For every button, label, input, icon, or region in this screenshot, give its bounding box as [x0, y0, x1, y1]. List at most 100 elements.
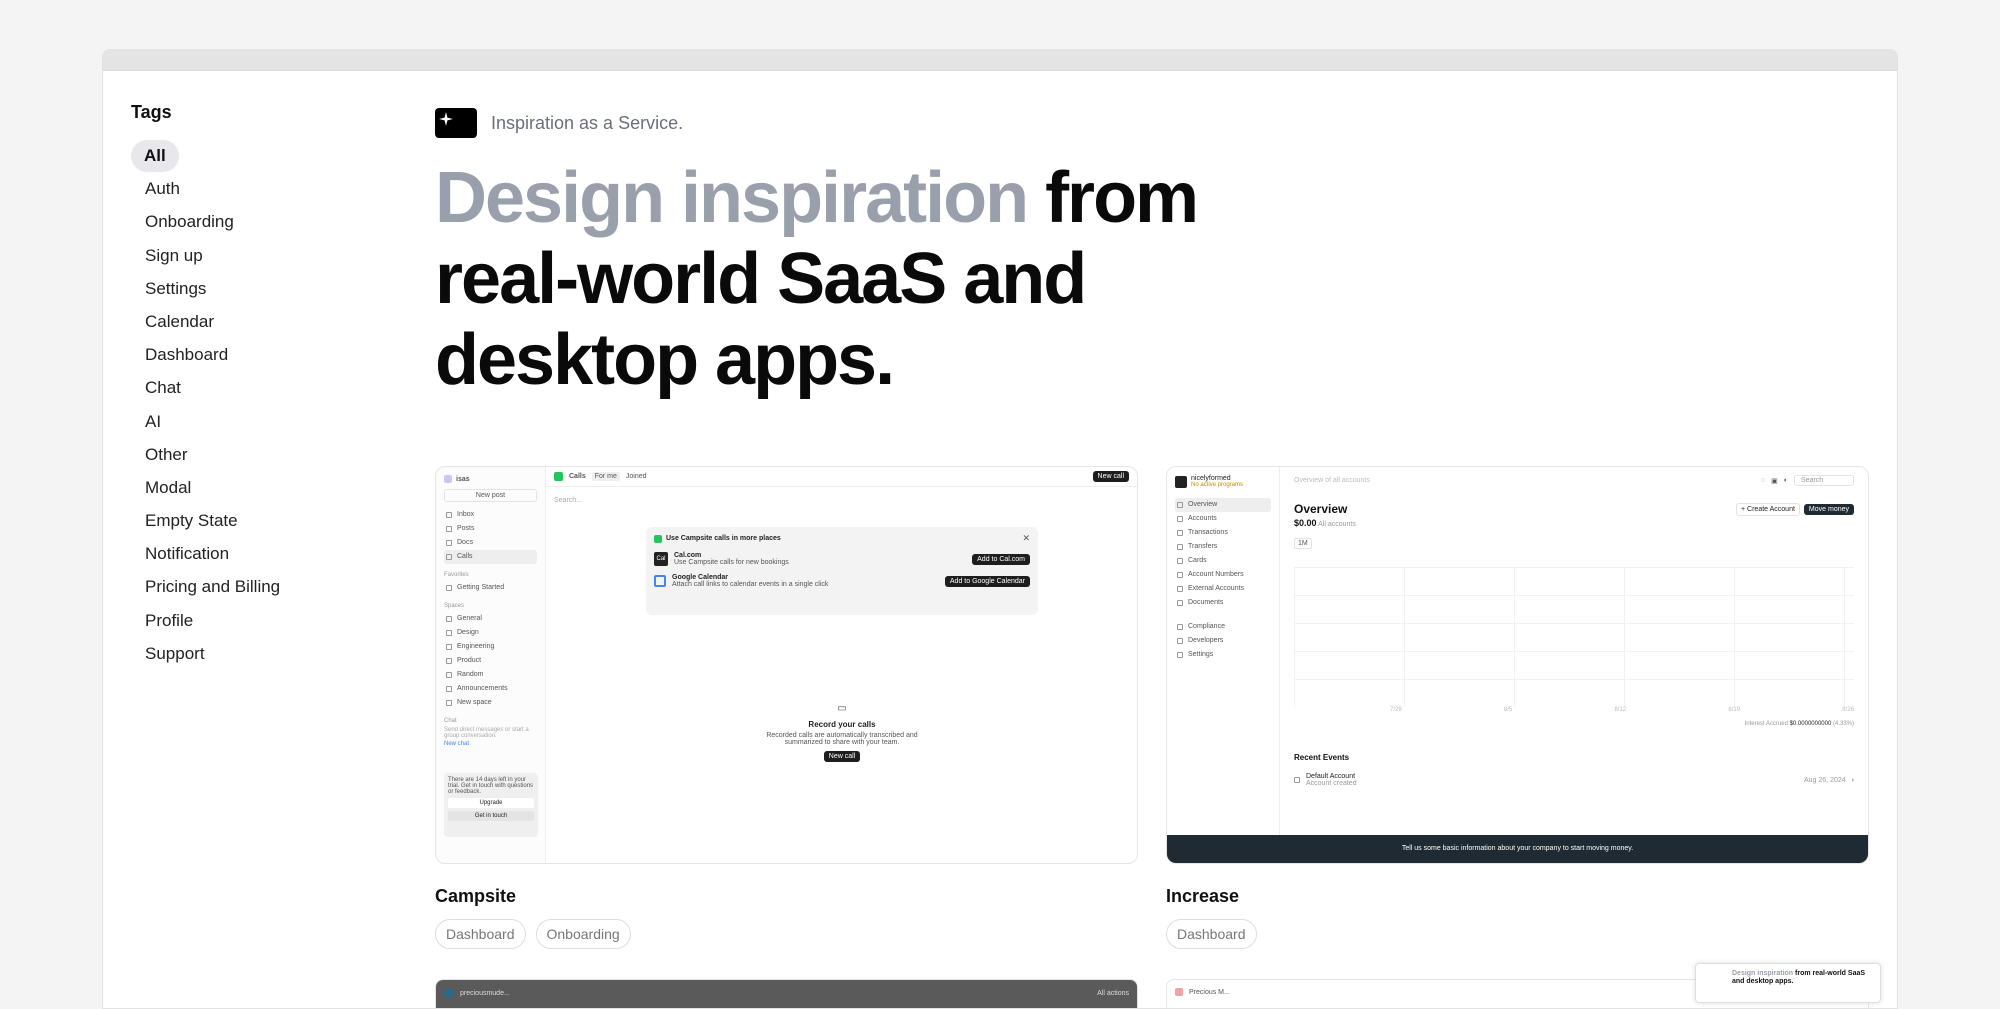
nav-item[interactable]: Developers: [1175, 634, 1271, 648]
nav-item[interactable]: General: [444, 612, 537, 626]
tag-chip[interactable]: Dashboard: [435, 919, 526, 949]
tag-item-chat[interactable]: Chat: [131, 371, 331, 404]
logo[interactable]: [435, 108, 477, 138]
google-calendar-icon: [654, 575, 666, 587]
panel-icon[interactable]: ▣: [1771, 477, 1778, 485]
tag-item-sign-up[interactable]: Sign up: [131, 239, 331, 272]
filter-for-me[interactable]: For me: [591, 472, 620, 481]
toggle-icon[interactable]: ◐: [1784, 477, 1788, 484]
favorite-item[interactable]: Getting Started: [444, 581, 537, 595]
help-icon[interactable]: ◌: [1761, 477, 1765, 484]
nav-icon: [446, 700, 452, 706]
nav-icon: [446, 512, 452, 518]
nav-item[interactable]: Accounts: [1175, 512, 1271, 526]
tag-item-onboarding[interactable]: Onboarding: [131, 205, 331, 238]
create-account-button[interactable]: + Create Account: [1736, 502, 1800, 516]
nav-item[interactable]: Docs: [444, 536, 537, 550]
nav-item[interactable]: Random: [444, 668, 537, 682]
tag-item-auth[interactable]: Auth: [131, 172, 331, 205]
lock-icon: [1294, 777, 1300, 783]
app-window: Tags All Auth Onboarding Sign up Settings Cal…: [102, 49, 1898, 1009]
nav-item[interactable]: Calls: [444, 550, 537, 564]
trial-text: There are 14 days left in your trial. Ge…: [448, 777, 534, 795]
x-tick-label: 8/19: [1728, 707, 1741, 713]
tag-item-pricing-and-billing[interactable]: Pricing and Billing: [131, 570, 331, 603]
nav-item[interactable]: Cards: [1175, 554, 1271, 568]
add-to-google-calendar-button[interactable]: Add to Google Calendar: [944, 575, 1030, 587]
tag-item-dashboard[interactable]: Dashboard: [131, 338, 331, 371]
empty-new-call-button[interactable]: New call: [823, 751, 861, 762]
app-card-next-left[interactable]: preciousmude... All actions: [435, 979, 1138, 1008]
tag-item-empty-state[interactable]: Empty State: [131, 504, 331, 537]
card-title[interactable]: Increase: [1166, 886, 1869, 907]
increase-main: Overview of all accounts ◌ ▣ ◐ Search Ov…: [1279, 467, 1868, 835]
increase-nav: Overview Accounts Transactions Transfers Car…: [1175, 498, 1271, 610]
nav-item[interactable]: Transactions: [1175, 526, 1271, 540]
x-tick-label: 7/29: [1390, 707, 1402, 713]
nav-icon: [1177, 572, 1183, 578]
campsite-screenshot[interactable]: isas New post Inbox Posts Docs Calls Favori…: [435, 466, 1138, 864]
tag-chip[interactable]: Onboarding: [535, 919, 631, 949]
tag-item-support[interactable]: Support: [131, 637, 331, 670]
onboarding-banner[interactable]: Tell us some basic information about you…: [1167, 835, 1868, 863]
nav-item[interactable]: Engineering: [444, 640, 537, 654]
nav-item[interactable]: Overview: [1175, 498, 1271, 512]
new-chat-link[interactable]: New chat: [444, 741, 537, 747]
filter-joined[interactable]: Joined: [626, 473, 647, 480]
hero: Inspiration as a Service. Design inspira…: [435, 108, 1315, 401]
get-in-touch-button[interactable]: Get in touch: [448, 811, 534, 821]
new-call-button[interactable]: New call: [1092, 471, 1129, 482]
calls-title: Calls: [569, 473, 586, 480]
nav-item[interactable]: Documents: [1175, 596, 1271, 610]
tag-item-calendar[interactable]: Calendar: [131, 305, 331, 338]
tag-item-all[interactable]: All: [131, 139, 331, 172]
search-input[interactable]: Search: [1794, 475, 1854, 486]
empty-desc: Recorded calls are automatically transcr…: [766, 732, 918, 746]
nav-item[interactable]: Account Numbers: [1175, 568, 1271, 582]
tags-heading: Tags: [131, 102, 172, 122]
event-row[interactable]: Default Account Account created Aug 26, 2…: [1294, 773, 1854, 787]
card-title[interactable]: Campsite: [435, 886, 1138, 907]
nav-item[interactable]: Compliance: [1175, 620, 1271, 634]
app-card-increase[interactable]: nicelyformed No active programs Overview A…: [1166, 466, 1869, 949]
move-money-button[interactable]: Move money: [1803, 503, 1854, 515]
workspace-name: isas: [456, 475, 470, 483]
nav-icon: [1177, 516, 1183, 522]
nav-item[interactable]: Product: [444, 654, 537, 668]
app-card-campsite[interactable]: isas New post Inbox Posts Docs Calls Favori…: [435, 466, 1138, 949]
tag-chip[interactable]: Dashboard: [1166, 919, 1257, 949]
increase-screenshot[interactable]: nicelyformed No active programs Overview A…: [1166, 466, 1869, 864]
tag-item-ai[interactable]: AI: [131, 405, 331, 438]
nav-item[interactable]: Inbox: [444, 508, 537, 522]
tag-item-other[interactable]: Other: [131, 438, 331, 471]
tag-item-profile[interactable]: Profile: [131, 604, 331, 637]
nav-item[interactable]: Announcements: [444, 682, 537, 696]
nav-icon: [1177, 586, 1183, 592]
event-date: Aug 26, 2024: [1804, 776, 1846, 784]
range-button[interactable]: 1M: [1294, 538, 1312, 549]
new-post-button[interactable]: New post: [444, 489, 537, 502]
nav-item[interactable]: External Accounts: [1175, 582, 1271, 596]
tag-item-notification[interactable]: Notification: [131, 537, 331, 570]
integrations-dialog: Use Campsite calls in more places ✕ Cal …: [646, 527, 1038, 615]
nav-item[interactable]: Posts: [444, 522, 537, 536]
favorites-label: Favorites: [444, 572, 469, 578]
nav-icon: [446, 672, 452, 678]
nav-item[interactable]: Transfers: [1175, 540, 1271, 554]
nav-icon: [446, 644, 452, 650]
nav-icon: [446, 686, 452, 692]
nav-item[interactable]: Settings: [1175, 648, 1271, 662]
title-bar: [103, 50, 1897, 71]
nav-item[interactable]: Design: [444, 626, 537, 640]
close-icon[interactable]: ✕: [1022, 533, 1030, 544]
calls-search[interactable]: Search...: [554, 497, 582, 504]
nav-item[interactable]: New space: [444, 696, 537, 710]
campsite-icon: [654, 534, 662, 543]
add-to-cal-button[interactable]: Add to Cal.com: [972, 553, 1030, 565]
tag-item-modal[interactable]: Modal: [131, 471, 331, 504]
upgrade-button[interactable]: Upgrade: [448, 798, 534, 808]
page-preview-minimap[interactable]: Design inspiration from real-world SaaS …: [1695, 963, 1881, 1003]
tag-item-settings[interactable]: Settings: [131, 272, 331, 305]
gcal-row: Google Calendar Attach call links to cale…: [654, 574, 1030, 588]
card-tags: Dashboard Onboarding: [435, 919, 1138, 949]
